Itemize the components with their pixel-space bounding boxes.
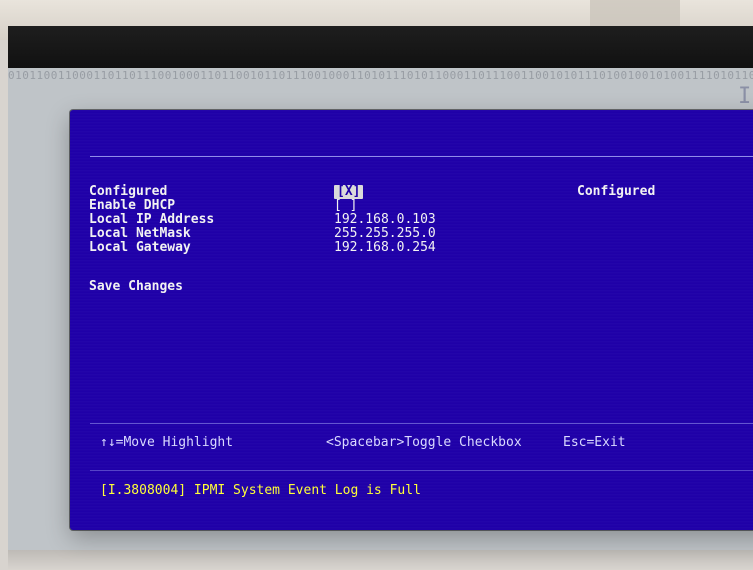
- log-divider: [90, 470, 753, 471]
- move-highlight-hint: ↑↓=Move Highlight: [100, 435, 234, 450]
- local-netmask-field[interactable]: 255.255.255.0: [334, 227, 436, 241]
- enable-dhcp-checkbox[interactable]: [ ]: [334, 199, 357, 213]
- ipmi-event-log-message: [I.3808004] IPMI System Event Log is Ful…: [100, 483, 421, 498]
- screen-bottom-shadow: [8, 550, 753, 570]
- local-gateway-field[interactable]: 192.168.0.254: [334, 241, 436, 255]
- top-divider: [90, 156, 753, 157]
- configuration-status: Configured: [577, 184, 656, 199]
- monitor-bezel: [8, 26, 753, 68]
- local-netmask-label: Local NetMask: [89, 226, 191, 241]
- local-gateway-label: Local Gateway: [89, 240, 191, 255]
- toggle-checkbox-hint: <Spacebar>Toggle Checkbox: [326, 435, 522, 450]
- enable-dhcp-label: Enable DHCP: [89, 198, 176, 213]
- scanline-overlay: [70, 110, 753, 530]
- configured-checkbox[interactable]: [X]: [334, 185, 364, 199]
- help-divider: [90, 423, 753, 424]
- bios-network-dialog: Configured [X] Enable DHCP [ ] Local IP …: [70, 110, 753, 530]
- configured-checkbox-state: [X]: [334, 185, 364, 199]
- save-changes-button[interactable]: Save Changes: [89, 280, 183, 294]
- configured-label: Configured: [89, 184, 168, 199]
- local-ip-address-label: Local IP Address: [89, 212, 215, 227]
- corner-character: I: [738, 84, 752, 109]
- escape-exit-hint: Esc=Exit: [563, 435, 626, 450]
- local-ip-address-field[interactable]: 192.168.0.103: [334, 213, 436, 227]
